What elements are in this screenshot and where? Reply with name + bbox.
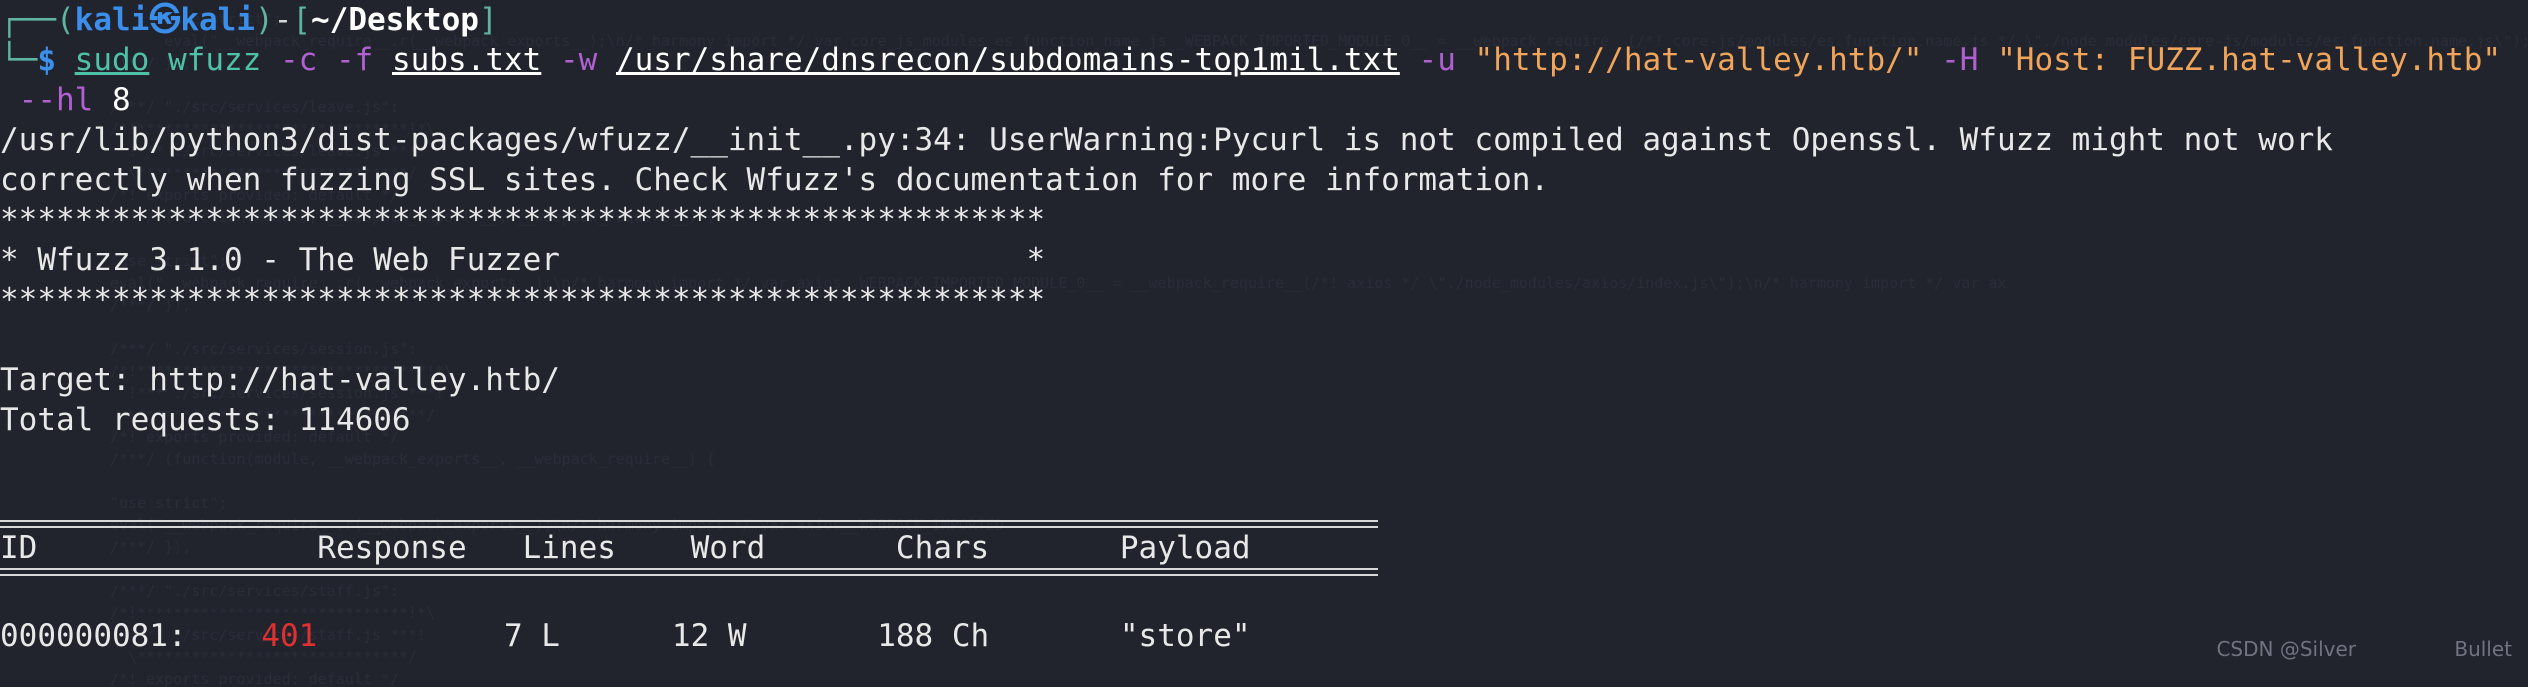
command-hl-value: 8 <box>112 82 131 118</box>
table-separator-bottom <box>0 568 1378 576</box>
prompt-user: kali <box>74 2 150 38</box>
command-wordlist-path: /usr/share/dnsrecon/subdomains-top1mil.t… <box>615 42 1400 78</box>
prompt-frame-top: ┌── <box>0 2 56 38</box>
command-flag-H: -H <box>1941 42 1979 78</box>
table-header-id: ID <box>0 530 38 566</box>
command-sudo: sudo <box>74 42 150 78</box>
command-flag-u: -u <box>1418 42 1456 78</box>
prompt-open-paren: ( <box>56 2 75 38</box>
prompt-dollar: $ <box>37 42 56 78</box>
info-total-requests: Total requests: 114606 <box>0 402 411 438</box>
prompt-close-bracket: ] <box>478 2 498 38</box>
table-header-response: Response <box>317 530 467 566</box>
command-file-subs: subs.txt <box>392 42 542 78</box>
terminal-window: "use strict"; eval("__webpack_require__.… <box>0 0 2528 687</box>
command-url: "http://hat-valley.htb/" <box>1474 42 1923 78</box>
row-response: 401 <box>261 618 318 654</box>
prompt-open-bracket: [ <box>292 2 311 38</box>
command-flag-f: -f <box>336 42 374 78</box>
table-header-word: Word <box>690 530 766 566</box>
prompt-line-1: ┌──(kali㉿kali)-[~/Desktop] <box>0 0 2528 40</box>
command-host-header: "Host: FUZZ.hat-valley.htb" <box>1997 42 2502 78</box>
banner-rule-bottom: ****************************************… <box>0 282 1046 318</box>
table-row: 000000081: 401 7 L 12 W 188 Ch "store" <box>0 616 2528 656</box>
command-program: wfuzz <box>168 42 262 78</box>
prompt-close-paren: ) <box>254 2 274 38</box>
row-word: 12 W <box>671 618 747 654</box>
banner-title: * Wfuzz 3.1.0 - The Web Fuzzer * <box>0 242 1046 278</box>
command-flag-c: -c <box>280 42 318 78</box>
row-chars: 188 Ch <box>877 618 990 654</box>
bullet-watermark: Bullet <box>2454 637 2512 661</box>
kali-dragon-icon: ㉿ <box>149 2 181 38</box>
row-id: 000000081: <box>0 618 187 654</box>
prompt-frame-bottom: └─ <box>0 42 38 78</box>
table-header-lines: Lines <box>522 530 616 566</box>
prompt-line-2: └─$ sudo wfuzz -c -f subs.txt -w /usr/sh… <box>0 40 2528 80</box>
prompt-dash: - <box>273 2 293 38</box>
warning-line-2: correctly when fuzzing SSL sites. Check … <box>0 162 1550 198</box>
row-lines: 7 L <box>503 618 560 654</box>
command-flag-hl: --hl <box>18 82 94 118</box>
prompt-cwd: ~/Desktop <box>311 2 479 38</box>
table-separator-top <box>0 520 1378 528</box>
command-wrap-line: --hl 8 <box>0 80 2528 120</box>
table-header-row: ID Response Lines Word Chars Payload <box>0 528 2528 568</box>
warning-line-1: /usr/lib/python3/dist-packages/wfuzz/__i… <box>0 122 2333 158</box>
table-header-chars: Chars <box>895 530 990 566</box>
table-header-payload: Payload <box>1119 530 1251 566</box>
info-target: Target: http://hat-valley.htb/ <box>0 362 560 398</box>
prompt-host: kali <box>180 2 255 38</box>
csdn-watermark: CSDN @Silver <box>2216 637 2356 661</box>
terminal-output: ┌──(kali㉿kali)-[~/Desktop] └─$ sudo wfuz… <box>0 0 2528 656</box>
row-payload: "store" <box>1119 618 1251 654</box>
banner-rule-top: ****************************************… <box>0 202 1046 238</box>
command-flag-w: -w <box>559 42 598 78</box>
